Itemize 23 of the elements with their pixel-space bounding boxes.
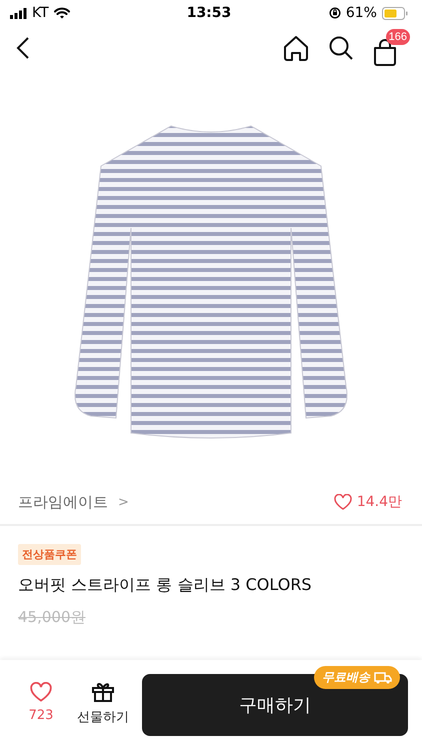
shopping-bag-button[interactable]: 166 xyxy=(372,29,410,67)
like-count-button[interactable]: 14.4만 xyxy=(334,493,402,511)
battery-percent: 61% xyxy=(346,5,377,21)
heart-icon xyxy=(334,494,352,510)
back-button[interactable] xyxy=(16,36,30,60)
home-button[interactable] xyxy=(282,35,310,61)
carrier-name: KT xyxy=(32,5,49,21)
signal-icon xyxy=(10,8,27,18)
coupon-badge: 전상품쿠폰 xyxy=(18,544,81,565)
chevron-text: > xyxy=(118,494,129,510)
like-button[interactable]: 723 xyxy=(12,674,70,723)
rotation-lock-icon xyxy=(328,7,341,19)
free-shipping-badge: 무료배송 xyxy=(314,666,400,689)
battery-icon xyxy=(382,6,408,20)
status-time: 13:53 xyxy=(186,5,232,21)
gift-icon xyxy=(92,682,114,702)
wifi-icon xyxy=(54,7,70,19)
brand-link[interactable]: 프라임에이트 xyxy=(18,492,108,512)
search-button[interactable] xyxy=(328,35,354,61)
heart-icon xyxy=(30,682,52,702)
original-price: 45,000원 xyxy=(18,608,86,627)
gift-button[interactable]: 선물하기 xyxy=(74,674,132,726)
product-title: 오버핏 스트라이프 롱 슬리브 3 COLORS xyxy=(18,575,312,596)
